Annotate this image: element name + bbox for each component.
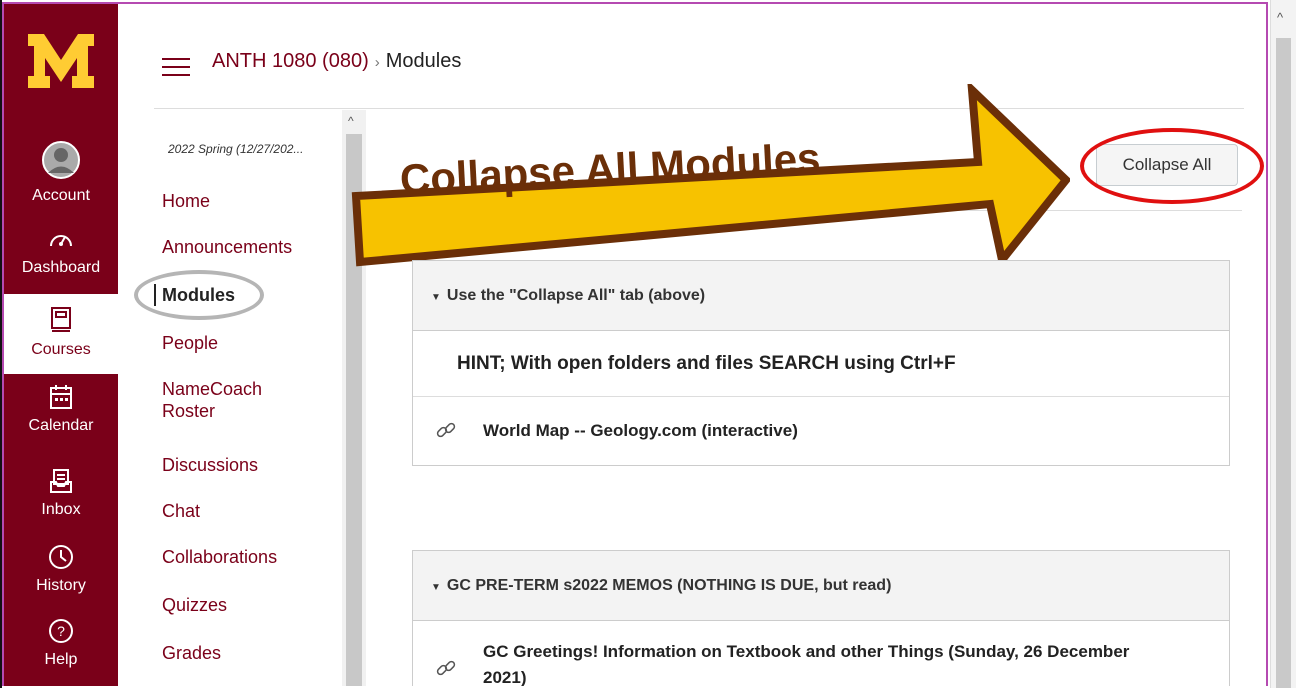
inbox-icon (4, 468, 118, 499)
nav-dashboard[interactable]: Dashboard (4, 226, 118, 277)
course-nav-people[interactable]: People (162, 332, 218, 354)
nav-label: Help (44, 651, 78, 668)
course-nav-announcements[interactable]: Announcements (162, 236, 292, 258)
dashboard-icon (4, 226, 118, 257)
collapse-triangle-icon[interactable]: ▼ (431, 292, 441, 303)
course-nav-discussions[interactable]: Discussions (162, 454, 258, 476)
modules-highlight-circle (134, 270, 264, 320)
calendar-icon (4, 384, 118, 415)
module-item-link[interactable]: World Map -- Geology.com (interactive) (413, 397, 1229, 465)
breadcrumb-course-link[interactable]: ANTH 1080 (080) (212, 50, 369, 72)
canvas-frame: Account Dashboard Courses Calendar Inbox… (2, 2, 1268, 686)
module-header[interactable]: ▼ GC PRE-TERM s2022 MEMOS (NOTHING IS DUE… (413, 551, 1229, 621)
module-item-title[interactable]: GC Greetings! Information on Textbook an… (483, 639, 1143, 686)
window-scrollbar[interactable]: ^ (1270, 0, 1296, 688)
university-logo[interactable] (26, 30, 96, 92)
breadcrumb: ANTH 1080 (080) › Modules (212, 50, 461, 73)
breadcrumb-current: Modules (385, 50, 462, 72)
history-icon (4, 544, 118, 575)
course-nav-namecoach-line1: NameCoach (162, 379, 263, 399)
hamburger-menu-icon[interactable] (162, 58, 190, 82)
nav-inbox[interactable]: Inbox (4, 468, 118, 519)
avatar (4, 140, 118, 185)
link-icon (435, 419, 457, 446)
course-nav-chat[interactable]: Chat (162, 500, 200, 522)
module-title: GC PRE-TERM s2022 MEMOS (NOTHING IS DUE,… (446, 577, 892, 594)
page-header: ANTH 1080 (080) › Modules (154, 40, 1244, 90)
global-nav: Account Dashboard Courses Calendar Inbox… (4, 4, 118, 686)
nav-label: History (36, 577, 86, 594)
breadcrumb-separator: › (374, 54, 380, 71)
course-nav-quizzes[interactable]: Quizzes (162, 594, 227, 616)
module-header[interactable]: ▼ Use the "Collapse All" tab (above) (413, 261, 1229, 331)
module-2: ▼ GC PRE-TERM s2022 MEMOS (NOTHING IS DUE… (412, 550, 1230, 686)
courses-icon (4, 306, 118, 339)
nav-label: Inbox (41, 501, 81, 518)
nav-courses[interactable]: Courses (4, 294, 118, 374)
module-title: Use the "Collapse All" tab (above) (446, 287, 706, 304)
nav-calendar[interactable]: Calendar (4, 384, 118, 435)
help-icon: ? (4, 618, 118, 649)
nav-history[interactable]: History (4, 544, 118, 595)
course-nav-namecoach-line2: Roster (162, 401, 216, 421)
nav-label: Courses (31, 341, 91, 358)
link-icon (435, 657, 457, 684)
module-item-link[interactable]: GC Greetings! Information on Textbook an… (413, 621, 1229, 686)
collapse-triangle-icon[interactable]: ▼ (431, 582, 441, 593)
scroll-up-icon[interactable]: ^ (1277, 10, 1283, 25)
nav-label: Dashboard (21, 259, 101, 276)
course-nav-namecoach[interactable]: NameCoach Roster (162, 378, 262, 422)
term-label: 2022 Spring (12/27/202... (168, 142, 304, 156)
scrollbar-thumb[interactable] (1276, 38, 1291, 688)
svg-text:?: ? (57, 623, 65, 639)
module-1: ▼ Use the "Collapse All" tab (above) HINT… (412, 260, 1230, 466)
nav-account[interactable]: Account (4, 140, 118, 205)
module-item-text: HINT; With open folders and files SEARCH… (413, 331, 1229, 397)
course-nav: 2022 Spring (12/27/202... Home Announcem… (152, 110, 344, 686)
course-nav-grades[interactable]: Grades (162, 642, 221, 664)
module-item-title[interactable]: World Map -- Geology.com (interactive) (483, 421, 798, 441)
nav-help[interactable]: ? Help (4, 618, 118, 669)
nav-label: Calendar (28, 417, 94, 434)
collapse-all-highlight-circle (1080, 128, 1264, 204)
course-nav-home[interactable]: Home (162, 190, 210, 212)
course-nav-collaborations[interactable]: Collaborations (162, 546, 277, 568)
nav-label: Account (32, 187, 90, 204)
